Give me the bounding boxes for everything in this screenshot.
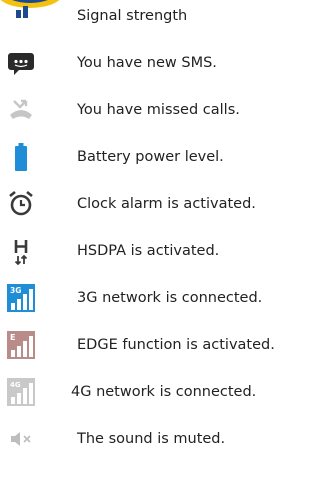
legend-row-3g: 3G 3G network is connected. [0,278,313,318]
sound-muted-icon [11,432,31,446]
missed-call-icon [10,99,32,119]
legend-row-alarm: Clock alarm is activated. [0,184,313,224]
svg-text:3G: 3G [10,286,21,295]
legend-row-hsdpa: HSDPA is activated. [0,231,313,271]
legend-label: Signal strength [77,8,188,24]
legend-row-4g: 4G 4G network is connected. [0,372,313,412]
legend-label: Battery power level. [77,149,224,165]
network-3g-icon: 3G [7,284,35,312]
svg-text:4G: 4G [10,381,21,389]
sms-icon [8,53,34,75]
legend-label: You have new SMS. [77,55,217,71]
signal-logo-icon: eco [0,0,60,18]
legend-label: Clock alarm is activated. [77,196,256,212]
legend-row-muted: The sound is muted. [0,419,313,459]
legend-label: 4G network is connected. [71,384,257,400]
hsdpa-icon [14,240,28,266]
network-edge-icon: E [7,331,35,359]
svg-text:E: E [10,333,15,342]
legend-row-signal: eco Signal strength [0,0,313,34]
legend-row-missed-calls: You have missed calls. [0,90,313,130]
legend-label: 3G network is connected. [77,290,263,306]
legend-row-battery: Battery power level. [0,137,313,177]
legend-row-sms: You have new SMS. [0,43,313,83]
battery-icon [15,143,27,171]
legend-label: You have missed calls. [77,102,240,118]
legend-label: The sound is muted. [77,431,226,447]
legend-label: HSDPA is activated. [77,243,220,259]
alarm-clock-icon [9,190,33,216]
legend-row-edge: E EDGE function is activated. [0,325,313,365]
legend-label: EDGE function is activated. [77,337,275,353]
network-4g-icon: 4G [7,378,35,406]
